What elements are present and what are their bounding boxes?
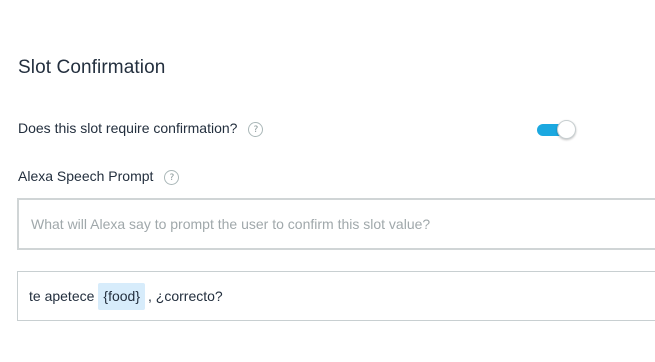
section-title: Slot Confirmation [18,57,166,78]
utterance-text-before: te apetece [29,288,95,304]
slot-chip-food[interactable]: {food} [98,282,145,310]
toggle-knob [557,120,576,139]
speech-prompt-label: Alexa Speech Prompt [18,168,154,184]
confirmation-utterance[interactable]: te apetece {food} , ¿correcto? [17,271,655,321]
speech-prompt-row: Alexa Speech Prompt ? [18,167,180,185]
confirmation-toggle[interactable] [537,120,577,140]
help-icon[interactable]: ? [248,122,264,137]
utterance-text-after: , ¿correcto? [148,288,223,304]
confirmation-label: Does this slot require confirmation? [18,120,238,136]
confirmation-row: Does this slot require confirmation? ? [18,119,264,137]
help-icon[interactable]: ? [164,170,180,185]
speech-prompt-input[interactable] [17,198,655,250]
